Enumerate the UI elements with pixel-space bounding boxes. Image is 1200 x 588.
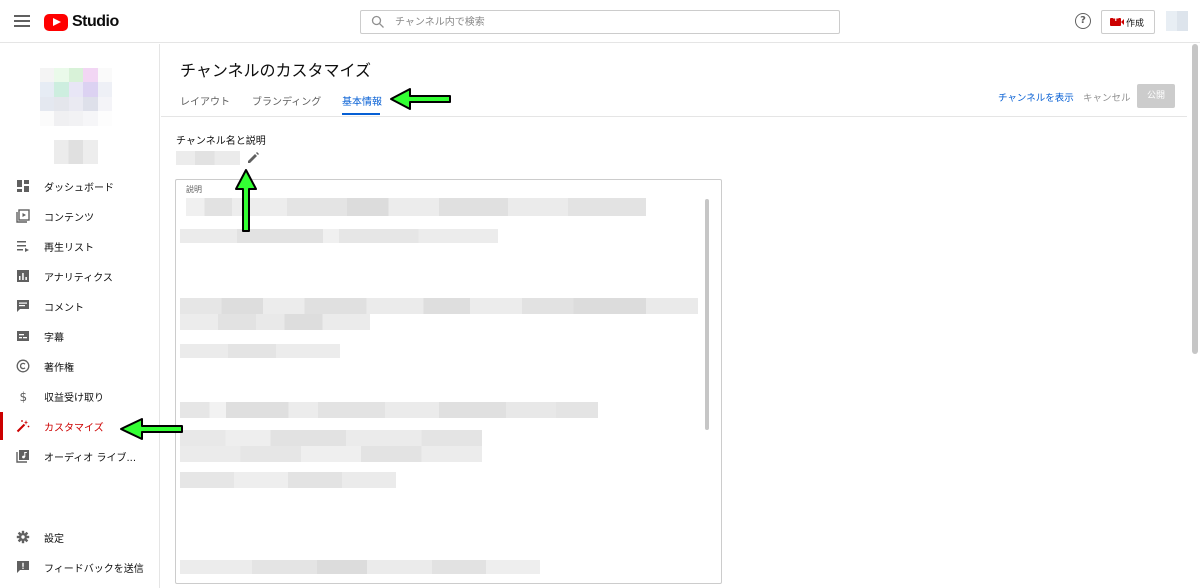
sidebar-item-label: 字幕: [44, 333, 64, 344]
blurred-text-line: [180, 402, 598, 418]
description-scrollbar[interactable]: [705, 199, 709, 430]
magic-wand-icon: [16, 420, 30, 433]
sidebar-item-audio-library[interactable]: オーディオ ライブ...: [0, 442, 159, 470]
sidebar-item-customization[interactable]: カスタマイズ: [0, 412, 159, 440]
blurred-text-line: [180, 229, 498, 243]
comment-icon: [17, 300, 29, 312]
content-icon: [16, 209, 30, 223]
menu-icon[interactable]: [14, 13, 30, 29]
tabs-divider: [161, 116, 1187, 117]
annotation-arrow-basic-info: [390, 88, 451, 110]
sidebar-item-analytics[interactable]: アナリティクス: [0, 262, 159, 290]
blurred-text-line: [180, 344, 340, 358]
description-textarea[interactable]: 説明: [175, 179, 722, 584]
channel-name-value-blurred: [176, 151, 240, 165]
channel-name-blurred: [54, 140, 98, 164]
sidebar-item-label: ダッシュボード: [44, 183, 114, 194]
sidebar-item-label: アナリティクス: [44, 273, 113, 284]
page-scrollbar[interactable]: [1192, 44, 1198, 354]
create-button-label: 作成: [1126, 18, 1145, 29]
sidebar-item-label: 設定: [44, 534, 64, 545]
svg-text:$: $: [20, 390, 28, 403]
blurred-text-line: [180, 560, 540, 574]
dashboard-icon: [17, 180, 29, 192]
sidebar-item-label: オーディオ ライブ...: [44, 453, 137, 464]
analytics-icon: [17, 270, 29, 282]
sidebar-item-comments[interactable]: コメント: [0, 292, 159, 320]
sidebar-item-subtitles[interactable]: 字幕: [0, 322, 159, 350]
view-channel-link[interactable]: チャンネルを表示: [998, 90, 1074, 104]
sidebar-item-label: 著作権: [44, 363, 74, 374]
create-button[interactable]: 作成: [1101, 10, 1155, 34]
search-input[interactable]: [395, 13, 825, 31]
youtube-studio-logo[interactable]: Studio: [44, 12, 119, 32]
subtitles-icon: [17, 331, 29, 341]
description-label: 説明: [186, 185, 202, 194]
audio-library-icon: [16, 450, 29, 463]
cancel-button[interactable]: キャンセル: [1083, 90, 1131, 104]
sidebar-item-monetization[interactable]: $ 収益受け取り: [0, 382, 159, 410]
publish-button[interactable]: 公開: [1137, 84, 1175, 108]
channel-name-description-heading: チャンネル名と説明: [176, 136, 266, 147]
search-box[interactable]: [360, 10, 840, 34]
sidebar-item-settings[interactable]: 設定: [0, 523, 159, 551]
active-tab-indicator: [342, 113, 380, 115]
page-title: チャンネルのカスタマイズ: [180, 61, 372, 80]
account-avatar[interactable]: [1166, 11, 1188, 31]
search-icon: [371, 15, 384, 28]
youtube-play-icon: [44, 13, 68, 31]
feedback-icon: [17, 561, 29, 573]
pencil-icon[interactable]: [246, 151, 260, 165]
sidebar-item-label: カスタマイズ: [44, 423, 104, 434]
copyright-icon: [16, 359, 30, 373]
top-app-bar: Studio ? 作成: [0, 0, 1200, 43]
blurred-text-line: [180, 472, 396, 488]
blurred-text-line: [180, 314, 370, 330]
dollar-icon: $: [20, 390, 28, 403]
tab-branding[interactable]: ブランディング: [252, 93, 321, 108]
sidebar: ダッシュボード コンテンツ 再生リスト アナリティクス コメント 字幕 著作権 …: [0, 44, 160, 588]
channel-avatar[interactable]: [40, 68, 112, 140]
sidebar-item-copyright[interactable]: 著作権: [0, 352, 159, 380]
blurred-text-line: [180, 430, 482, 446]
sidebar-item-label: コメント: [44, 303, 84, 314]
app-name: Studio: [72, 13, 119, 30]
sidebar-item-playlists[interactable]: 再生リスト: [0, 232, 159, 260]
blurred-text-line: [186, 198, 646, 216]
video-camera-icon: [1110, 14, 1124, 26]
gear-icon: [16, 530, 30, 544]
tab-layout[interactable]: レイアウト: [180, 93, 230, 108]
sidebar-item-label: コンテンツ: [44, 213, 94, 224]
blurred-text-line: [180, 298, 698, 314]
sidebar-item-label: 収益受け取り: [44, 393, 104, 404]
blurred-text-line: [180, 446, 482, 462]
tab-basic-info[interactable]: 基本情報: [342, 93, 382, 108]
sidebar-item-label: 再生リスト: [44, 243, 94, 254]
playlist-icon: [17, 241, 29, 252]
sidebar-item-content[interactable]: コンテンツ: [0, 202, 159, 230]
sidebar-item-feedback[interactable]: フィードバックを送信: [0, 553, 159, 581]
help-icon[interactable]: ?: [1075, 13, 1091, 29]
sidebar-item-dashboard[interactable]: ダッシュボード: [0, 172, 159, 200]
sidebar-item-label: フィードバックを送信: [44, 564, 144, 575]
